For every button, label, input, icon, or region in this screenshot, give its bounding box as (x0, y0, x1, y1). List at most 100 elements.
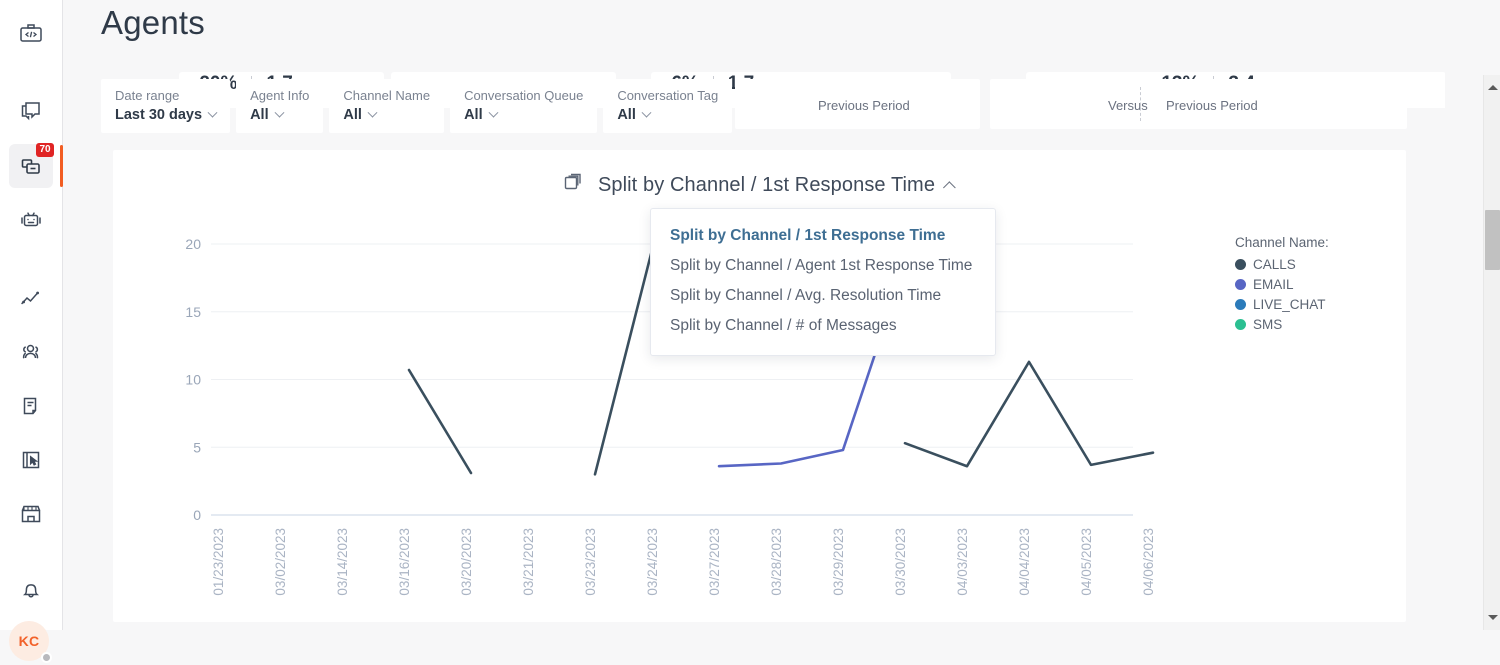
triangle-up-icon (1487, 85, 1498, 90)
code-brackets-icon (18, 21, 44, 47)
x-axis-tick-label: 01/23/2023 (211, 528, 226, 596)
filter-conversation-queue[interactable]: Conversation Queue All (450, 79, 598, 133)
sidebar-item-bots[interactable] (9, 198, 53, 242)
bell-icon (18, 577, 44, 603)
storefront-icon (18, 501, 44, 527)
people-icon (18, 339, 44, 365)
y-axis-tick-label: 20 (185, 236, 201, 252)
legend-title: Channel Name: (1235, 235, 1329, 250)
dropdown-option-agent-1st-response-time[interactable]: Split by Channel / Agent 1st Response Ti… (651, 251, 995, 281)
legend-item-calls[interactable]: CALLS (1235, 257, 1329, 272)
filter-label: Channel Name (343, 88, 431, 103)
dropdown-option-avg-resolution-time[interactable]: Split by Channel / Avg. Resolution Time (651, 281, 995, 311)
dropdown-option-num-messages[interactable]: Split by Channel / # of Messages (651, 311, 995, 341)
legend-label: EMAIL (1253, 277, 1294, 292)
chevron-down-icon (367, 107, 378, 118)
x-axis-tick-label: 03/28/2023 (769, 528, 784, 596)
chevron-down-icon (207, 107, 218, 118)
filter-value: All (464, 107, 583, 123)
filter-value-text: Last 30 days (115, 107, 203, 123)
rail-group-main: 70 (0, 85, 63, 247)
filter-label: Conversation Queue (464, 88, 584, 103)
page-content: Agents -20% 1.7 -6% (63, 0, 1500, 630)
x-axis-tick-label: 03/24/2023 (645, 528, 660, 596)
previous-period-label: Previous Period (1166, 98, 1258, 113)
avatar-status-dot (41, 652, 52, 663)
dropdown-option-1st-response-time[interactable]: Split by Channel / 1st Response Time (651, 221, 995, 251)
sidebar-item-developer[interactable] (9, 12, 53, 56)
x-axis-tick-label: 03/29/2023 (831, 528, 846, 596)
y-axis-tick-label: 5 (193, 439, 201, 455)
scroll-up-button[interactable] (1484, 79, 1500, 96)
sidebar-item-inbox[interactable]: 70 (9, 143, 63, 188)
chat-stack-icon (18, 99, 44, 125)
sidebar-item-conversations[interactable] (9, 90, 53, 134)
kpi-compare-card-left: Previous Period (735, 79, 980, 129)
vertical-scrollbar[interactable] (1483, 75, 1500, 630)
chart-metric-dropdown[interactable]: Split by Channel / 1st Response Time Spl… (650, 208, 996, 356)
filter-value: Last 30 days (115, 107, 218, 123)
chart-series-line (407, 368, 473, 475)
x-axis-tick-label: 04/03/2023 (955, 528, 970, 596)
chart-series-line (903, 360, 1155, 468)
document-icon (18, 393, 44, 419)
rail-group-tools (0, 271, 62, 541)
sidebar-item-notifications[interactable] (9, 568, 53, 612)
chart-legend: Channel Name: CALLS EMAIL LIVE_CHAT SMS (1235, 235, 1329, 337)
filter-value: All (617, 107, 718, 123)
x-axis-tick-label: 03/16/2023 (397, 528, 412, 596)
left-nav-rail: 70 KC (0, 0, 63, 663)
filter-agent-info[interactable]: Agent Info All (236, 79, 324, 133)
robot-icon (18, 207, 44, 233)
x-axis-tick-label: 03/21/2023 (521, 528, 536, 596)
legend-item-email[interactable]: EMAIL (1235, 277, 1329, 292)
x-axis-tick-label: 03/23/2023 (583, 528, 598, 596)
legend-color-swatch (1235, 299, 1246, 310)
x-axis-tick-label: 04/05/2023 (1079, 528, 1094, 596)
sidebar-item-analytics[interactable] (9, 276, 53, 320)
legend-color-swatch (1235, 259, 1246, 270)
legend-label: SMS (1253, 317, 1283, 332)
triangle-down-icon (1487, 615, 1498, 620)
filter-label: Agent Info (250, 88, 310, 103)
filter-label: Date range (115, 88, 180, 103)
filter-value: All (343, 107, 430, 123)
versus-label: Versus (1108, 98, 1148, 113)
sidebar-item-knowledge[interactable] (9, 384, 53, 428)
legend-label: LIVE_CHAT (1253, 297, 1326, 312)
filter-value-text: All (617, 107, 636, 123)
filter-value: All (250, 107, 309, 123)
x-axis-tick-label: 04/04/2023 (1017, 528, 1032, 596)
sidebar-item-store[interactable] (9, 492, 53, 536)
legend-item-live-chat[interactable]: LIVE_CHAT (1235, 297, 1329, 312)
filter-label: Conversation Tag (617, 88, 719, 103)
report-cursor-icon (18, 447, 44, 473)
filter-value-text: All (250, 107, 269, 123)
legend-label: CALLS (1253, 257, 1296, 272)
filter-channel-name[interactable]: Channel Name All (329, 79, 445, 133)
avatar[interactable]: KC (9, 621, 53, 665)
filter-conversation-tag[interactable]: Conversation Tag All (603, 79, 733, 133)
analytics-line-icon (18, 285, 44, 311)
x-axis-tick-label: 03/30/2023 (893, 528, 908, 596)
x-axis-tick-label: 03/02/2023 (273, 528, 288, 596)
chevron-down-icon (274, 107, 285, 118)
legend-item-sms[interactable]: SMS (1235, 317, 1329, 332)
filter-bar: Date range Last 30 days Agent Info All C… (101, 79, 738, 133)
kpi-divider (1140, 87, 1141, 121)
inbox-unread-badge: 70 (36, 143, 54, 157)
sidebar-item-campaigns[interactable] (9, 438, 53, 482)
rail-group-bottom: KC (0, 563, 62, 665)
legend-color-swatch (1235, 319, 1246, 330)
scroll-down-button[interactable] (1484, 609, 1500, 626)
x-axis-tick-label: 03/27/2023 (707, 528, 722, 596)
scrollbar-thumb[interactable] (1485, 210, 1500, 270)
filter-date-range[interactable]: Date range Last 30 days (101, 79, 231, 133)
chevron-down-icon (641, 107, 652, 118)
sidebar-item-contacts[interactable] (9, 330, 53, 374)
y-axis-tick-label: 10 (185, 372, 201, 388)
chart-series-line (593, 229, 659, 476)
y-axis-tick-label: 0 (193, 507, 201, 523)
x-axis-tick-label: 03/20/2023 (459, 528, 474, 596)
page-title: Agents (101, 4, 205, 41)
